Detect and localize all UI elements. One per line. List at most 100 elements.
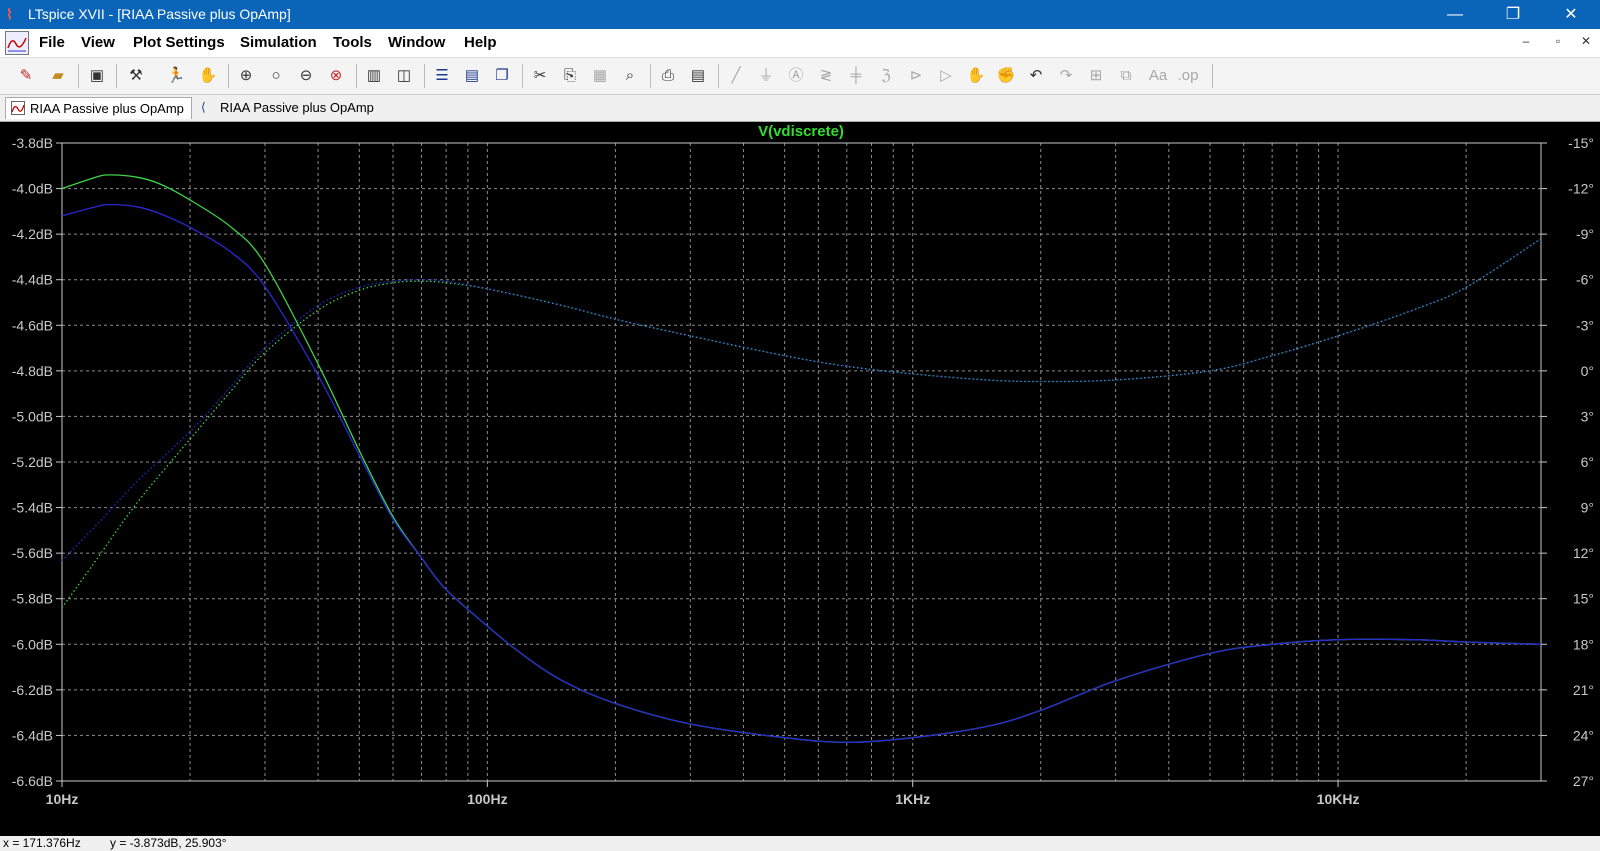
ltspice-logo-icon: ⌇ xyxy=(6,6,13,22)
rotate-icon[interactable]: ⊞ xyxy=(1084,64,1108,88)
new-schematic-icon[interactable]: ✎ xyxy=(14,64,38,88)
y-right-tick-label: -3° xyxy=(1576,317,1594,333)
component-icon[interactable]: ▷ xyxy=(934,64,958,88)
x-tick-label: 100Hz xyxy=(467,791,507,807)
y-right-tick-label: 21° xyxy=(1573,682,1594,698)
magnitude-trace-0 xyxy=(61,174,1542,743)
cursor-y-readout: y = -3.873dB, 25.903° xyxy=(110,836,227,850)
menu-simulation[interactable]: Simulation xyxy=(240,34,317,51)
menu-window[interactable]: Window xyxy=(388,34,445,51)
run-icon[interactable]: 🏃 xyxy=(164,64,188,88)
menu-tools[interactable]: Tools xyxy=(333,34,372,51)
y-right-tick-label: 12° xyxy=(1573,545,1594,561)
inductor-icon[interactable]: ℨ xyxy=(874,64,898,88)
y-left-tick-label: -4.4dB xyxy=(12,272,53,288)
autorange-icon[interactable]: ▥ xyxy=(362,64,386,88)
y-left-tick-label: -5.4dB xyxy=(12,500,53,516)
y-left-tick-label: -6.0dB xyxy=(12,636,53,652)
label-net-icon[interactable]: Ⓐ xyxy=(784,64,808,88)
minimize-button[interactable]: — xyxy=(1426,0,1484,29)
title-bar: ⌇ LTspice XVII - [RIAA Passive plus OpAm… xyxy=(0,0,1600,29)
y-left-tick-label: -5.0dB xyxy=(12,408,53,424)
menu-file[interactable]: File xyxy=(39,34,65,51)
x-tick-label: 10KHz xyxy=(1317,791,1360,807)
move-icon[interactable]: ✋ xyxy=(964,64,988,88)
tile-horizontal-icon[interactable]: ☰ xyxy=(430,64,454,88)
manual-limits-icon[interactable]: ◫ xyxy=(392,64,416,88)
menu-plot-settings[interactable]: Plot Settings xyxy=(133,34,225,51)
y-right-tick-label: 24° xyxy=(1573,727,1594,743)
redo-icon[interactable]: ↷ xyxy=(1054,64,1078,88)
y-left-tick-label: -6.2dB xyxy=(12,682,53,698)
paste-icon[interactable]: ▦ xyxy=(588,64,612,88)
phase-trace-3 xyxy=(61,238,1542,562)
y-left-tick-label: -3.8dB xyxy=(12,135,53,151)
menu-help[interactable]: Help xyxy=(464,34,497,51)
save-icon[interactable]: ▣ xyxy=(85,64,109,88)
spice-directive-icon[interactable]: .op xyxy=(1176,64,1200,88)
resistor-icon[interactable]: ≷ xyxy=(814,64,838,88)
ground-icon[interactable]: ⏚ xyxy=(754,64,778,88)
waveform-icon xyxy=(11,101,25,115)
x-tick-label: 10Hz xyxy=(46,791,79,807)
y-left-tick-label: -4.2dB xyxy=(12,226,53,242)
close-button[interactable]: ✕ xyxy=(1542,0,1600,29)
toolbar-separator xyxy=(1212,64,1213,88)
tile-vertical-icon[interactable]: ▤ xyxy=(460,64,484,88)
toolbar-separator xyxy=(718,64,719,88)
y-left-tick-label: -6.6dB xyxy=(12,773,53,789)
halt-icon[interactable]: ✋ xyxy=(196,64,220,88)
waveform-document-icon[interactable] xyxy=(5,31,29,55)
open-icon[interactable]: ▰ xyxy=(46,64,70,88)
tab-waveform[interactable]: RIAA Passive plus OpAmp xyxy=(5,97,192,119)
tab-schematic[interactable]: ⟨ RIAA Passive plus OpAmp xyxy=(196,97,386,119)
zoom-in-icon[interactable]: ⊕ xyxy=(234,64,258,88)
print-icon[interactable]: ⎙ xyxy=(656,64,680,88)
copy-icon[interactable]: ⎘ xyxy=(558,64,582,88)
draw-wire-icon[interactable]: ╱ xyxy=(724,64,748,88)
cursor-x-readout: x = 171.376Hz xyxy=(3,836,81,850)
print-setup-icon[interactable]: ▤ xyxy=(686,64,710,88)
find-icon[interactable]: ⌕ xyxy=(618,64,642,88)
y-right-tick-label: 3° xyxy=(1581,408,1594,424)
capacitor-icon[interactable]: ╪ xyxy=(844,64,868,88)
mdi-close-button[interactable]: ✕ xyxy=(1576,34,1596,48)
tab-label: RIAA Passive plus OpAmp xyxy=(220,100,374,115)
y-right-tick-label: 9° xyxy=(1581,500,1594,516)
diode-icon[interactable]: ⊳ xyxy=(904,64,928,88)
y-left-tick-label: -5.8dB xyxy=(12,591,53,607)
cascade-icon[interactable]: ❐ xyxy=(490,64,514,88)
y-left-tick-label: -5.2dB xyxy=(12,454,53,470)
zoom-box-icon[interactable]: ○ xyxy=(264,64,288,88)
y-right-tick-label: -9° xyxy=(1576,226,1594,242)
y-right-tick-label: -12° xyxy=(1568,181,1594,197)
window-title: LTspice XVII - [RIAA Passive plus OpAmp] xyxy=(28,6,291,22)
maximize-button[interactable]: ❐ xyxy=(1484,0,1542,29)
zoom-out-icon[interactable]: ⊖ xyxy=(294,64,318,88)
toolbar-separator xyxy=(116,64,117,88)
mdi-minimize-button[interactable]: – xyxy=(1516,34,1536,48)
mdi-restore-button[interactable]: ▫ xyxy=(1548,34,1568,48)
menu-bar: File View Plot Settings Simulation Tools… xyxy=(0,29,1600,58)
waveform-chart[interactable]: -3.8dB -4.0dB -4.2dB -4.4dB -4.6dB -4.8dB -5.0… xyxy=(0,122,1600,837)
y-right-tick-label: -15° xyxy=(1568,135,1594,151)
text-icon[interactable]: Aa xyxy=(1146,64,1170,88)
mirror-icon[interactable]: ⧉ xyxy=(1114,64,1138,88)
toolbar-separator xyxy=(228,64,229,88)
x-tick-label: 1KHz xyxy=(895,791,930,807)
undo-icon[interactable]: ↶ xyxy=(1024,64,1048,88)
chart-title[interactable]: V(vdiscrete) xyxy=(758,123,844,140)
toolbar: ✎ ▰ ▣ ⚒ 🏃 ✋ ⊕ ○ ⊖ ⊗ ▥ ◫ ☰ ▤ ❐ ✂ ⎘ ▦ ⌕ ⎙ … xyxy=(0,58,1600,95)
control-panel-icon[interactable]: ⚒ xyxy=(124,64,148,88)
cut-icon[interactable]: ✂ xyxy=(528,64,552,88)
toolbar-separator xyxy=(650,64,651,88)
document-tabs: RIAA Passive plus OpAmp ⟨ RIAA Passive p… xyxy=(0,95,1600,122)
toolbar-separator xyxy=(78,64,79,88)
y-right-tick-label: 15° xyxy=(1573,591,1594,607)
y-left-tick-label: -6.4dB xyxy=(12,727,53,743)
drag-icon[interactable]: ✊ xyxy=(994,64,1018,88)
zoom-cancel-icon[interactable]: ⊗ xyxy=(324,64,348,88)
status-bar: x = 171.376Hz y = -3.873dB, 25.903° xyxy=(0,836,1600,851)
menu-view[interactable]: View xyxy=(81,34,115,51)
waveform-plot-pane[interactable]: -3.8dB -4.0dB -4.2dB -4.4dB -4.6dB -4.8dB -5.0… xyxy=(0,122,1600,837)
